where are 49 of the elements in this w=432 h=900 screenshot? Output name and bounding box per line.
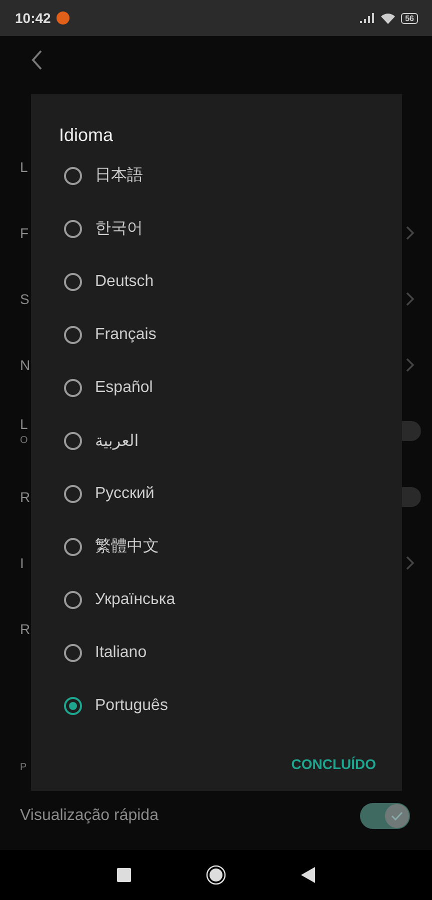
language-option[interactable]: Español bbox=[95, 378, 153, 396]
done-button[interactable]: CONCLUÍDO bbox=[291, 752, 376, 776]
radio-button[interactable] bbox=[64, 220, 82, 238]
chevron-icon bbox=[405, 357, 415, 373]
dialog-title: Idioma bbox=[58, 124, 114, 147]
language-option[interactable]: Français bbox=[95, 326, 156, 344]
setting-label: F bbox=[20, 225, 29, 241]
radio-button[interactable] bbox=[64, 590, 82, 608]
back-icon[interactable] bbox=[30, 49, 44, 71]
setting-label: R bbox=[20, 489, 30, 505]
setting-description: O bbox=[20, 435, 28, 446]
status-time: 10:42 bbox=[15, 10, 51, 26]
language-option[interactable]: Українська bbox=[95, 590, 176, 608]
back-nav-icon[interactable] bbox=[301, 867, 315, 883]
toggle-switch[interactable] bbox=[360, 803, 410, 829]
radio-button[interactable] bbox=[64, 696, 82, 714]
check-icon bbox=[391, 811, 403, 821]
setting-label: Visualização rápida bbox=[20, 807, 158, 825]
home-icon[interactable] bbox=[206, 865, 226, 885]
radio-button[interactable] bbox=[64, 166, 82, 184]
radio-button[interactable] bbox=[64, 272, 82, 290]
battery-indicator: 56 bbox=[401, 12, 418, 24]
radio-button[interactable] bbox=[64, 326, 82, 344]
language-option[interactable]: 繁體中文 bbox=[95, 536, 159, 557]
radio-button[interactable] bbox=[64, 644, 82, 662]
setting-label: L bbox=[20, 416, 28, 432]
language-option[interactable]: العربية bbox=[95, 430, 139, 450]
language-option[interactable]: Deutsch bbox=[95, 272, 154, 290]
wifi-icon bbox=[380, 12, 396, 24]
app-notification-icon bbox=[56, 11, 70, 25]
language-option[interactable]: 한국어 bbox=[95, 218, 143, 239]
radio-button[interactable] bbox=[64, 378, 82, 396]
section-subtitle: P bbox=[20, 762, 27, 773]
radio-button[interactable] bbox=[64, 538, 82, 556]
chevron-icon bbox=[405, 291, 415, 307]
setting-label: S bbox=[20, 291, 30, 307]
radio-button[interactable] bbox=[64, 484, 82, 502]
language-option[interactable]: Italiano bbox=[95, 644, 147, 662]
setting-label: N bbox=[20, 357, 30, 373]
language-option[interactable]: Português bbox=[95, 696, 168, 714]
setting-label: I bbox=[20, 555, 24, 571]
chevron-icon bbox=[405, 225, 415, 241]
language-option[interactable]: Русский bbox=[95, 484, 154, 502]
signal-icon bbox=[359, 12, 376, 24]
setting-label: R bbox=[20, 621, 30, 637]
language-option[interactable]: 日本語 bbox=[95, 165, 143, 186]
setting-label: L bbox=[20, 159, 28, 175]
radio-button[interactable] bbox=[64, 432, 82, 450]
chevron-icon bbox=[405, 555, 415, 571]
